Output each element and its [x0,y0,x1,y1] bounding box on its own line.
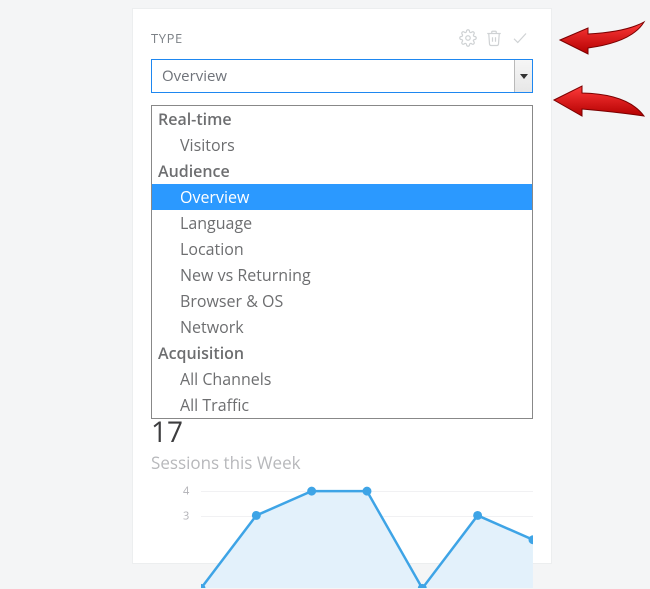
annotation-arrow-top [558,18,648,66]
dropdown-item[interactable]: Location [152,236,532,262]
dropdown-group: Acquisition [152,340,532,366]
dropdown-item[interactable]: New vs Returning [152,262,532,288]
check-icon [510,29,530,47]
confirm-button[interactable] [507,27,533,49]
stat-label: Sessions this Week [151,451,301,474]
stat-block: 17 Sessions this Week [151,413,301,474]
annotation-arrow-bottom [552,82,648,138]
widget-card: TYPE Overview Real-timeVisitor [132,8,552,564]
dropdown-group: Audience [152,158,532,184]
dropdown-item[interactable]: Language [152,210,532,236]
dropdown-item[interactable]: Overview [152,184,532,210]
chart-point [473,511,482,520]
dropdown-group: Real-time [152,106,532,132]
dropdown-item[interactable]: Network [152,314,532,340]
y-tick-label: 4 [183,484,189,499]
type-select-value[interactable]: Overview [151,59,533,93]
type-label: TYPE [151,29,455,47]
type-select-handle[interactable] [514,60,532,92]
delete-button[interactable] [481,27,507,49]
chart-point [307,487,316,496]
chart-svg [201,479,533,588]
card-header: TYPE [133,9,551,59]
chart-point [363,487,372,496]
dropdown-item[interactable]: Visitors [152,132,532,158]
dropdown-item[interactable]: Browser & OS [152,288,532,314]
dropdown-item[interactable]: All Channels [152,366,532,392]
type-select[interactable]: Overview [151,59,533,93]
gear-icon [459,29,477,47]
dropdown-item[interactable]: All Traffic [152,392,532,418]
type-dropdown[interactable]: Real-timeVisitorsAudienceOverviewLanguag… [151,105,533,419]
chevron-down-icon [520,74,528,79]
chart-point [252,511,261,520]
chart-area [201,491,533,588]
settings-button[interactable] [455,27,481,49]
sessions-chart: 34 [151,479,533,589]
y-tick-label: 3 [183,508,189,523]
trash-icon [485,29,503,47]
